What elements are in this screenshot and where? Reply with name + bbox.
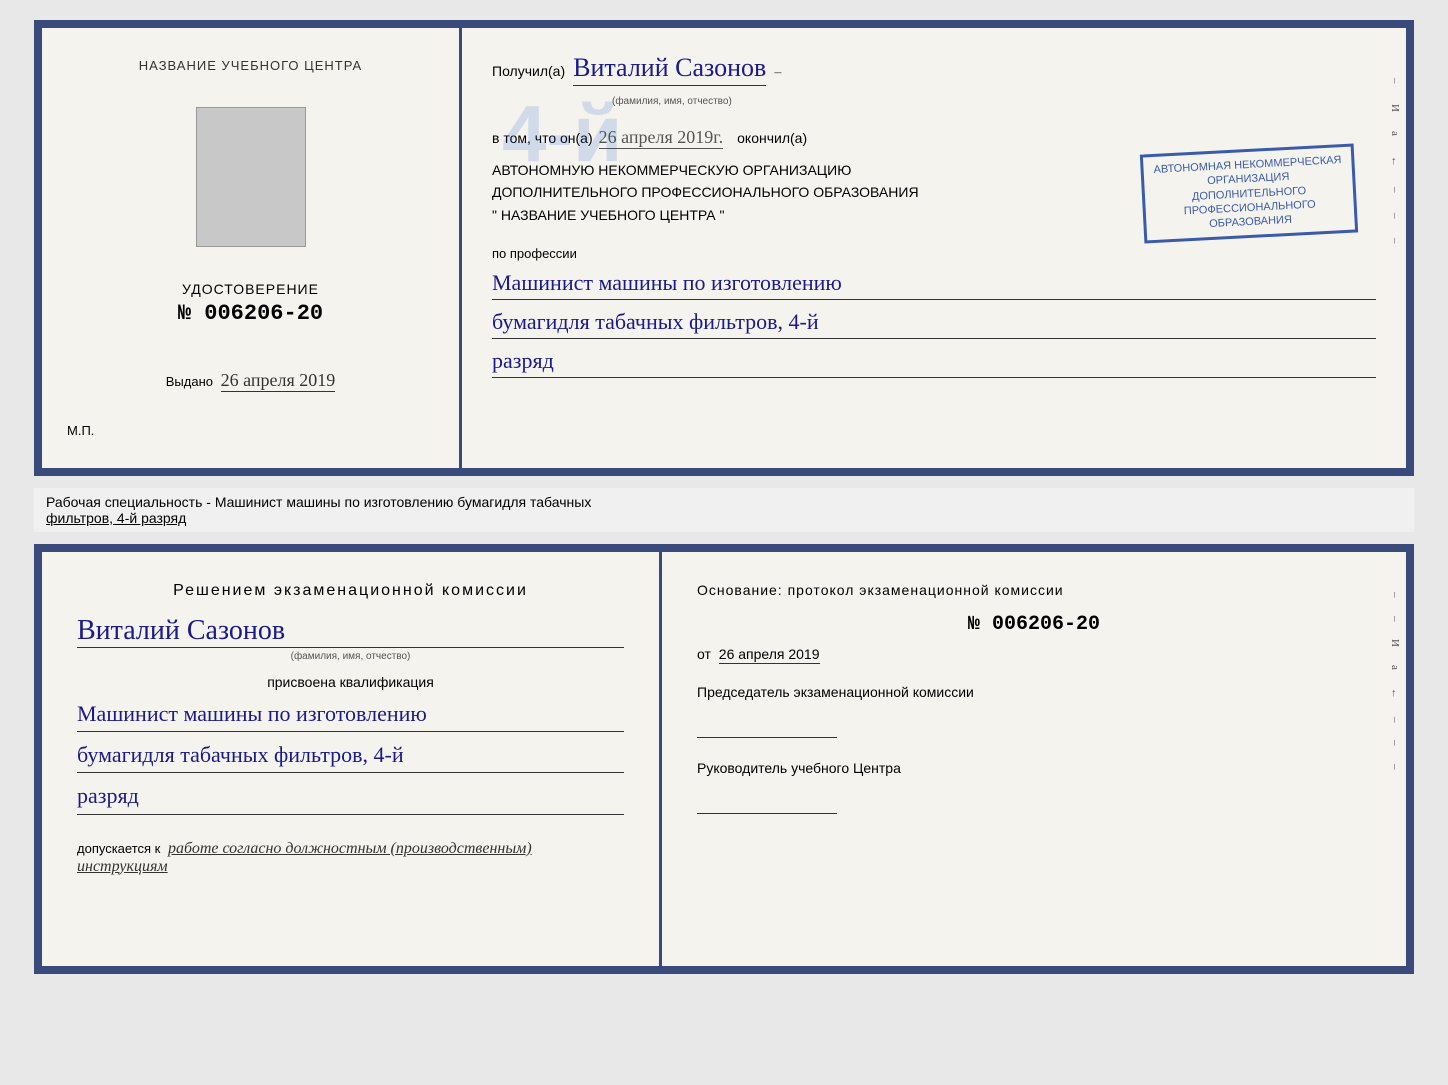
rukovoditel-block: Руководитель учебного Центра bbox=[697, 758, 1371, 814]
recipient-name: Виталий Сазонов bbox=[573, 53, 766, 86]
edge-mark-7: – bbox=[1389, 238, 1401, 244]
edge-mark-1: – bbox=[1389, 78, 1401, 84]
edge-mark-4: ← bbox=[1389, 156, 1401, 167]
prisvoena-label: присвоена квалификация bbox=[77, 674, 624, 690]
profession-line1: Машинист машины по изготовлению bbox=[492, 266, 1376, 300]
udostoverenie-block: УДОСТОВЕРЕНИЕ № 006206-20 bbox=[178, 281, 323, 326]
profession-line2: бумагидля табачных фильтров, 4-й bbox=[492, 305, 1376, 339]
vtom-line: в том, что он(а) 26 апреля 2019г. окончи… bbox=[492, 127, 1376, 149]
b-edge-5: ← bbox=[1389, 688, 1401, 699]
vydano-label: Выдано bbox=[166, 374, 213, 389]
predsedatel-signature bbox=[697, 718, 837, 738]
dash1: – bbox=[774, 65, 781, 81]
b-edge-6: – bbox=[1389, 717, 1401, 723]
predsedatel-block: Председатель экзаменационной комиссии bbox=[697, 682, 1371, 738]
b-edge-8: – bbox=[1389, 764, 1401, 770]
dopuskaetsya-line: допускается к работе согласно должностны… bbox=[77, 840, 624, 876]
top-doc-right: Получил(а) Виталий Сазонов – (фамилия, и… bbox=[462, 28, 1406, 468]
okonchil-label: окончил(а) bbox=[737, 130, 807, 146]
right-edge-marks: – И а ← – – – bbox=[1389, 78, 1406, 244]
protocol-number: № 006206-20 bbox=[697, 613, 1371, 636]
stamp-line: АВТОНОМНАЯ НЕКОММЕРЧЕСКАЯОРГАНИЗАЦИЯДОПО… bbox=[1153, 153, 1345, 234]
name-subcaption: (фамилия, имя, отчество) bbox=[612, 96, 732, 107]
bottom-document: Решением экзаменационной комиссии Витали… bbox=[34, 544, 1414, 974]
mp-label: М.П. bbox=[67, 423, 94, 438]
dopuskaetsya-label: допускается к bbox=[77, 841, 160, 856]
predsedatel-title: Председатель экзаменационной комиссии bbox=[697, 682, 1371, 703]
stamp-box: АВТОНОМНАЯ НЕКОММЕРЧЕСКАЯОРГАНИЗАЦИЯДОПО… bbox=[1140, 143, 1358, 244]
ot-line: от 26 апреля 2019 bbox=[697, 646, 1371, 662]
profession-line3: разряд bbox=[492, 344, 1376, 378]
b-edge-3: И bbox=[1389, 639, 1401, 647]
recipient-line: Получил(а) Виталий Сазонов – bbox=[492, 53, 1376, 86]
label-bar-underline: фильтров, 4-й разряд bbox=[46, 510, 186, 526]
po-professii-label: по профессии bbox=[492, 246, 1376, 261]
bottom-name: Виталий Сазонов bbox=[77, 615, 624, 648]
vydano-date: 26 апреля 2019 bbox=[221, 370, 336, 392]
top-document: НАЗВАНИЕ УЧЕБНОГО ЦЕНТРА УДОСТОВЕРЕНИЕ №… bbox=[34, 20, 1414, 476]
edge-mark-3: а bbox=[1389, 131, 1401, 136]
osnovanie-title: Основание: протокол экзаменационной коми… bbox=[697, 582, 1371, 598]
edge-mark-6: – bbox=[1389, 213, 1401, 219]
bottom-doc-right: Основание: протокол экзаменационной коми… bbox=[662, 552, 1406, 966]
bottom-prof3: разряд bbox=[77, 778, 624, 814]
b-edge-1: – bbox=[1389, 592, 1401, 598]
udostoverenie-number: № 006206-20 bbox=[178, 301, 323, 326]
ot-date: 26 апреля 2019 bbox=[719, 646, 820, 664]
bottom-name-caption: (фамилия, имя, отчество) bbox=[77, 651, 624, 662]
vydano-line: Выдано 26 апреля 2019 bbox=[166, 370, 336, 391]
bottom-doc-left: Решением экзаменационной комиссии Витали… bbox=[42, 552, 662, 966]
label-bar-text: Рабочая специальность - Машинист машины … bbox=[46, 494, 591, 510]
bottom-right-edge-marks: – – И а ← – – – bbox=[1389, 592, 1406, 769]
name-sub-caption: (фамилия, имя, отчество) bbox=[492, 91, 1376, 109]
b-edge-4: а bbox=[1389, 665, 1401, 670]
b-edge-7: – bbox=[1389, 740, 1401, 746]
edge-mark-2: И bbox=[1389, 104, 1401, 112]
udostoverenie-title: УДОСТОВЕРЕНИЕ bbox=[178, 281, 323, 297]
rukovoditel-signature bbox=[697, 794, 837, 814]
ot-label: от bbox=[697, 646, 711, 662]
bottom-prof2: бумагидля табачных фильтров, 4-й bbox=[77, 737, 624, 773]
b-edge-2: – bbox=[1389, 616, 1401, 622]
edge-mark-5: – bbox=[1389, 187, 1401, 193]
rukovoditel-title: Руководитель учебного Центра bbox=[697, 758, 1371, 779]
label-bar: Рабочая специальность - Машинист машины … bbox=[34, 488, 1414, 532]
center-title: НАЗВАНИЕ УЧЕБНОГО ЦЕНТРА bbox=[139, 58, 362, 73]
top-doc-left: НАЗВАНИЕ УЧЕБНОГО ЦЕНТРА УДОСТОВЕРЕНИЕ №… bbox=[42, 28, 462, 468]
resheniem-title: Решением экзаменационной комиссии bbox=[77, 582, 624, 600]
photo-placeholder bbox=[196, 107, 306, 247]
poluchil-label: Получил(а) bbox=[492, 63, 565, 79]
bottom-prof1: Машинист машины по изготовлению bbox=[77, 696, 624, 732]
org-block: АВТОНОМНУЮ НЕКОММЕРЧЕСКУЮ ОРГАНИЗАЦИЮ ДО… bbox=[492, 159, 1376, 226]
